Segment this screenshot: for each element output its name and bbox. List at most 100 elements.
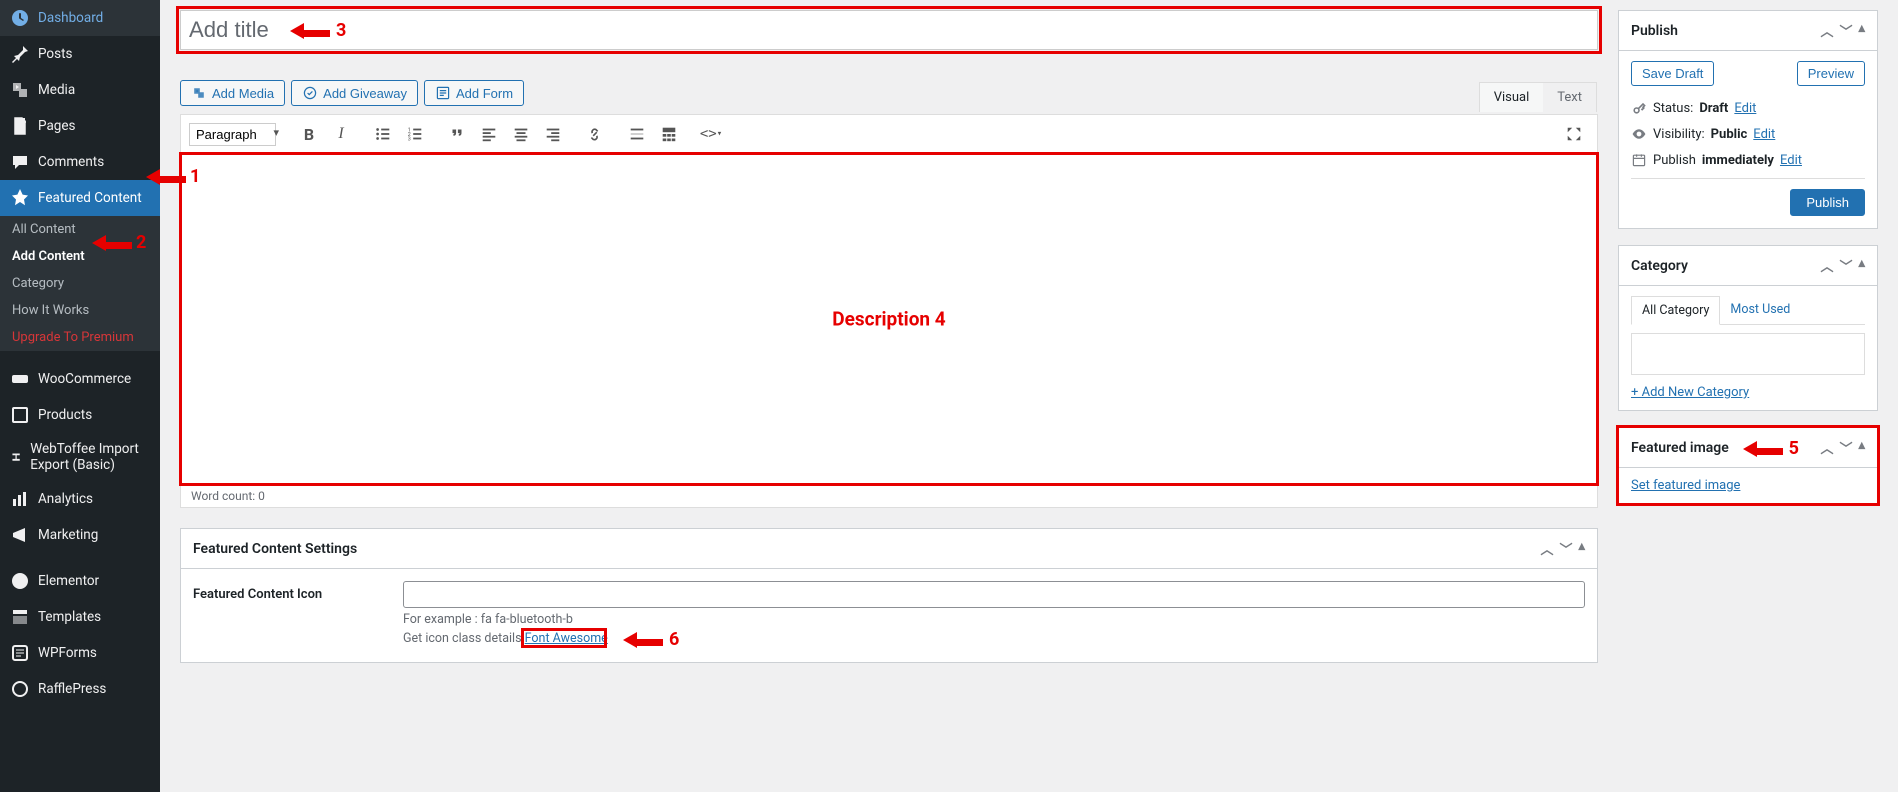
key-icon — [1631, 100, 1647, 116]
sidebar-label: Pages — [38, 118, 76, 134]
sidebar-subitem-add-content[interactable]: Add Content — [0, 243, 160, 270]
move-up-icon[interactable]: ︿ — [1820, 256, 1833, 275]
most-used-tab[interactable]: Most Used — [1720, 296, 1800, 324]
add-giveaway-button[interactable]: Add Giveaway — [291, 80, 418, 106]
align-center-button[interactable] — [506, 119, 536, 149]
add-new-category-link[interactable]: + Add New Category — [1631, 385, 1749, 400]
sidebar-item-comments[interactable]: Comments — [0, 144, 160, 180]
editor-textarea[interactable]: Description 4 — [181, 154, 1597, 484]
sidebar-item-dashboard[interactable]: Dashboard — [0, 0, 160, 36]
code-button[interactable]: <>▾ — [696, 119, 726, 149]
numbered-list-button[interactable]: 123 — [400, 119, 430, 149]
annotation-4: Description 4 — [832, 308, 945, 331]
all-category-tab[interactable]: All Category — [1631, 296, 1720, 325]
toggle-icon[interactable]: ▴ — [1858, 256, 1865, 275]
save-draft-button[interactable]: Save Draft — [1631, 61, 1714, 86]
sidebar-subitem-how-it-works[interactable]: How It Works — [0, 297, 160, 324]
editor-toolbar: Paragraph B I 123 — [181, 115, 1597, 154]
sidebar-label: Dashboard — [38, 10, 103, 26]
bullet-list-button[interactable] — [368, 119, 398, 149]
sidebar-item-woocommerce[interactable]: WooCommerce — [0, 361, 160, 397]
sidebar-item-marketing[interactable]: Marketing — [0, 517, 160, 553]
editor-container: Visual Text Paragraph B I 123 — [180, 114, 1598, 508]
text-tab[interactable]: Text — [1543, 83, 1596, 112]
link-button[interactable] — [580, 119, 610, 149]
move-down-icon[interactable]: ﹀ — [1839, 256, 1852, 275]
format-select[interactable]: Paragraph — [189, 123, 276, 146]
category-widget: Category ︿ ﹀ ▴ All Category Most Used + … — [1618, 245, 1878, 411]
edit-visibility-link[interactable]: Edit — [1753, 127, 1775, 142]
sidebar-subitem-category[interactable]: Category — [0, 270, 160, 297]
dashboard-icon — [10, 8, 30, 28]
icon-class-input[interactable] — [403, 581, 1585, 608]
align-left-button[interactable] — [474, 119, 504, 149]
sidebar-item-elementor[interactable]: Elementor — [0, 563, 160, 599]
woo-icon — [10, 369, 30, 389]
icon-field-label: Featured Content Icon — [193, 581, 383, 646]
toggle-icon[interactable]: ▴ — [1578, 539, 1585, 558]
sidebar-item-templates[interactable]: Templates — [0, 599, 160, 635]
add-media-button[interactable]: Add Media — [180, 80, 285, 106]
products-icon — [10, 405, 30, 425]
preview-button[interactable]: Preview — [1797, 61, 1865, 86]
sidebar-label: Comments — [38, 154, 104, 170]
edit-status-link[interactable]: Edit — [1734, 101, 1756, 116]
sidebar-label: WooCommerce — [38, 371, 131, 387]
sidebar-item-analytics[interactable]: Analytics — [0, 481, 160, 517]
visual-tab[interactable]: Visual — [1480, 83, 1544, 112]
sidebar-item-rafflepress[interactable]: RafflePress — [0, 671, 160, 707]
move-up-icon[interactable]: ︿ — [1820, 21, 1833, 40]
templates-icon — [10, 607, 30, 627]
move-down-icon[interactable]: ﹀ — [1839, 21, 1852, 40]
pages-icon — [10, 116, 30, 136]
pin-icon — [10, 44, 30, 64]
svg-text:3: 3 — [408, 136, 411, 142]
sidebar-label: Templates — [38, 609, 101, 625]
move-down-icon[interactable]: ﹀ — [1839, 438, 1852, 457]
sidebar-label: Media — [38, 82, 75, 98]
icon-details-text: Get icon class details — [403, 631, 525, 646]
move-up-icon[interactable]: ︿ — [1820, 438, 1833, 457]
analytics-icon — [10, 489, 30, 509]
italic-button[interactable]: I — [326, 119, 356, 149]
marketing-icon — [10, 525, 30, 545]
move-down-icon[interactable]: ﹀ — [1559, 539, 1572, 558]
comments-icon — [10, 152, 30, 172]
import-icon — [10, 447, 22, 467]
category-list[interactable] — [1631, 333, 1865, 375]
annotation-6: 6 — [669, 629, 679, 650]
set-featured-image-link[interactable]: Set featured image — [1631, 478, 1740, 493]
sidebar-subitem-upgrade[interactable]: Upgrade To Premium — [0, 324, 160, 351]
sidebar-label: Posts — [38, 46, 72, 62]
move-up-icon[interactable]: ︿ — [1540, 539, 1553, 558]
toolbar-toggle-button[interactable] — [654, 119, 684, 149]
sidebar-item-posts[interactable]: Posts — [0, 36, 160, 72]
sidebar-item-featured-content[interactable]: Featured Content — [0, 180, 160, 216]
toggle-icon[interactable]: ▴ — [1858, 438, 1865, 457]
publish-button[interactable]: Publish — [1790, 189, 1865, 216]
sidebar-widgets: Publish ︿ ﹀ ▴ Save Draft Preview Status:… — [1618, 0, 1898, 792]
title-input[interactable] — [180, 10, 1598, 50]
star-icon — [10, 188, 30, 208]
align-right-button[interactable] — [538, 119, 568, 149]
featured-content-settings-box: Featured Content Settings ︿ ﹀ ▴ Featured… — [180, 528, 1598, 663]
readmore-button[interactable] — [622, 119, 652, 149]
sidebar-item-webtoffee[interactable]: WebToffee Import Export (Basic) — [0, 433, 160, 481]
admin-sidebar: Dashboard Posts Media Pages Comments Fea… — [0, 0, 160, 792]
font-awesome-link[interactable]: Font Awesome — [525, 631, 608, 646]
sidebar-item-pages[interactable]: Pages — [0, 108, 160, 144]
edit-schedule-link[interactable]: Edit — [1780, 153, 1802, 168]
add-form-button[interactable]: Add Form — [424, 80, 524, 106]
fullscreen-button[interactable] — [1559, 119, 1589, 149]
widget-title: Featured image — [1631, 440, 1729, 456]
blockquote-button[interactable] — [442, 119, 472, 149]
sidebar-item-media[interactable]: Media — [0, 72, 160, 108]
sidebar-label: RafflePress — [38, 681, 106, 697]
sidebar-item-products[interactable]: Products — [0, 397, 160, 433]
sidebar-item-wpforms[interactable]: WPForms — [0, 635, 160, 671]
sidebar-subitem-all-content[interactable]: All Content — [0, 216, 160, 243]
toggle-icon[interactable]: ▴ — [1858, 21, 1865, 40]
media-icon — [10, 80, 30, 100]
calendar-icon — [1631, 152, 1647, 168]
bold-button[interactable]: B — [294, 119, 324, 149]
